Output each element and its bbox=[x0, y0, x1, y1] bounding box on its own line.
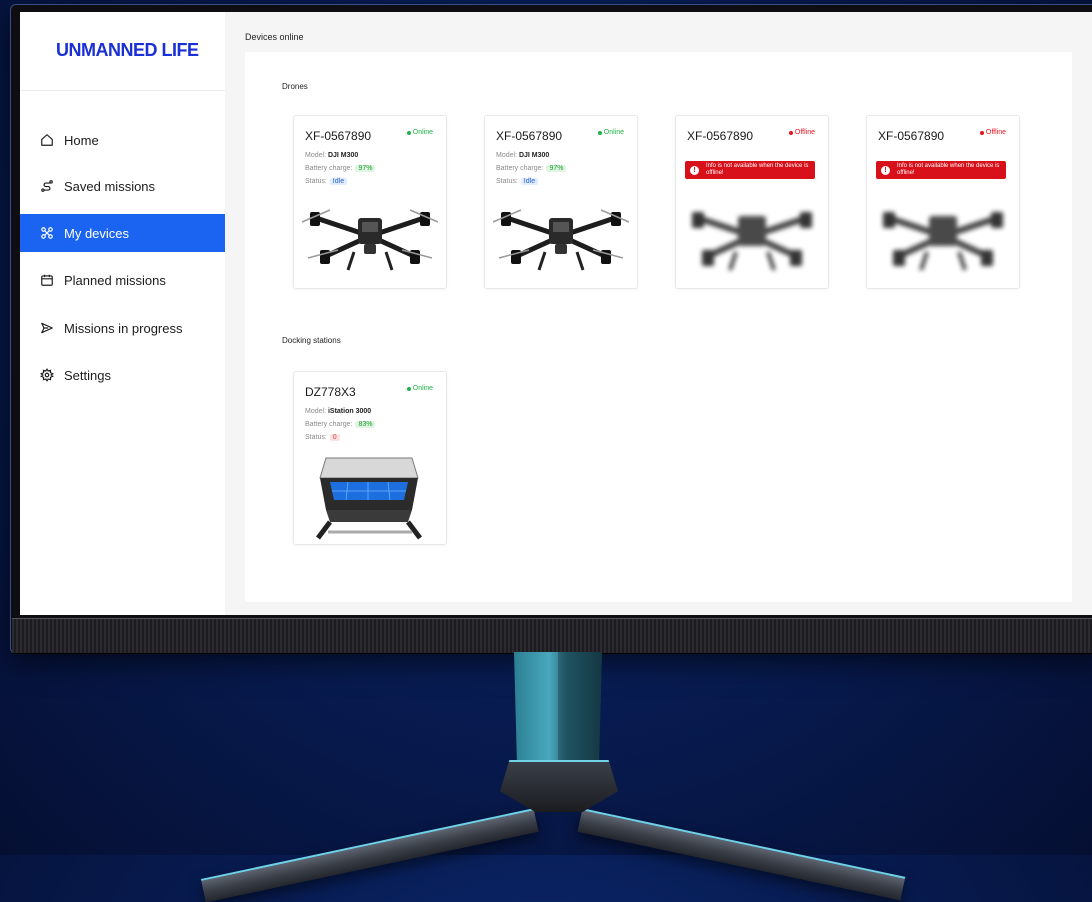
sidebar-item-label: Planned missions bbox=[64, 272, 166, 288]
sidebar-item-label: My devices bbox=[64, 225, 130, 241]
drone-image bbox=[692, 212, 812, 271]
device-id: XF-0567890 bbox=[687, 129, 754, 143]
drone-icon bbox=[38, 224, 56, 242]
docking-station-card[interactable]: DZ778X3 Online Model: iStation 3000 Batt… bbox=[293, 371, 447, 545]
status-text: Online bbox=[412, 385, 433, 392]
battery-label: Battery charge: bbox=[305, 165, 353, 172]
offline-alert: ! Info is not available when the device i… bbox=[685, 161, 815, 179]
status-dot-icon bbox=[406, 386, 411, 391]
status-text: Online bbox=[412, 129, 433, 136]
status-badge: Online bbox=[597, 129, 624, 136]
main-content: Devices online Drones XF-0567890 Online … bbox=[225, 12, 1092, 615]
monitor-screen: UNMANNED LIFE Home Saved missions My dev… bbox=[20, 12, 1092, 615]
status-text: Online bbox=[603, 129, 624, 136]
sidebar-item-saved-missions[interactable]: Saved missions bbox=[20, 167, 225, 205]
sidebar-item-home[interactable]: Home bbox=[20, 121, 225, 159]
battery-badge: 83% bbox=[355, 421, 376, 428]
calendar-icon bbox=[38, 271, 56, 289]
alert-icon: ! bbox=[690, 165, 699, 175]
model-value: DJI M300 bbox=[327, 152, 359, 159]
sidebar-item-settings[interactable]: Settings bbox=[20, 356, 225, 394]
sidebar-item-my-devices[interactable]: My devices bbox=[20, 214, 225, 252]
device-id: XF-0567890 bbox=[496, 129, 563, 143]
offline-alert: ! Info is not available when the device i… bbox=[876, 161, 1006, 179]
devices-panel: Drones XF-0567890 Online Model: DJI M300… bbox=[245, 52, 1072, 602]
battery-row: Battery charge: 97% bbox=[305, 165, 376, 172]
docking-station-image bbox=[316, 457, 422, 540]
battery-label: Battery charge: bbox=[305, 421, 353, 428]
sidebar-item-label: Settings bbox=[64, 367, 111, 383]
route-icon bbox=[38, 177, 56, 195]
section-title-drones: Drones bbox=[282, 82, 308, 91]
status-label: Status: bbox=[305, 434, 327, 441]
status-dot-icon bbox=[979, 130, 984, 135]
page-title: Devices online bbox=[245, 32, 304, 42]
monitor-stand-leg-right bbox=[577, 808, 906, 901]
status-row: Status: Idle bbox=[496, 178, 539, 185]
battery-label: Battery charge: bbox=[496, 165, 544, 172]
model-label: Model: bbox=[305, 152, 327, 159]
sidebar-item-label: Missions in progress bbox=[64, 320, 183, 336]
device-id: XF-0567890 bbox=[878, 129, 945, 143]
model-row: Model: iStation 3000 bbox=[305, 408, 371, 415]
status-badge: Offline bbox=[979, 129, 1006, 136]
monitor-stand-hub bbox=[500, 760, 618, 812]
status-label: Status: bbox=[496, 178, 518, 185]
send-icon bbox=[38, 319, 56, 337]
drone-card[interactable]: XF-0567890 Offline ! Info is not availabl… bbox=[675, 115, 829, 289]
sidebar: UNMANNED LIFE Home Saved missions My dev… bbox=[20, 12, 226, 615]
status-text: Offline bbox=[794, 129, 815, 136]
model-value: DJI M300 bbox=[518, 152, 550, 159]
model-label: Model: bbox=[305, 408, 327, 415]
alert-text: Info is not available when the device is… bbox=[897, 163, 1000, 176]
monitor-stand-leg-left bbox=[200, 808, 539, 902]
status-value-badge: Idle bbox=[329, 178, 348, 185]
battery-row: Battery charge: 83% bbox=[305, 421, 376, 428]
battery-row: Battery charge: 97% bbox=[496, 165, 567, 172]
section-title-docking-stations: Docking stations bbox=[282, 336, 341, 345]
status-text: Offline bbox=[985, 129, 1006, 136]
drone-card[interactable]: XF-0567890 Online Model: DJI M300 Batter… bbox=[484, 115, 638, 289]
model-value: iStation 3000 bbox=[327, 408, 372, 415]
alert-text: Info is not available when the device is… bbox=[706, 163, 809, 176]
gear-icon bbox=[38, 366, 56, 384]
battery-badge: 97% bbox=[546, 165, 567, 172]
status-label: Status: bbox=[305, 178, 327, 185]
device-id: XF-0567890 bbox=[305, 129, 372, 143]
sidebar-item-label: Home bbox=[64, 132, 99, 148]
home-icon bbox=[38, 131, 56, 149]
sidebar-item-label: Saved missions bbox=[64, 178, 156, 194]
app-logo[interactable]: UNMANNED LIFE bbox=[56, 40, 199, 61]
status-value-badge: Idle bbox=[520, 178, 539, 185]
model-label: Model: bbox=[496, 152, 518, 159]
status-row: Status: Idle bbox=[305, 178, 348, 185]
status-dot-icon bbox=[788, 130, 793, 135]
model-row: Model: DJI M300 bbox=[305, 152, 358, 159]
drone-card[interactable]: XF-0567890 Offline ! Info is not availabl… bbox=[866, 115, 1020, 289]
status-dot-icon bbox=[597, 130, 602, 135]
status-badge: Offline bbox=[788, 129, 815, 136]
drone-image bbox=[493, 209, 629, 271]
status-value-badge: 0 bbox=[329, 434, 340, 441]
device-id: DZ778X3 bbox=[305, 385, 356, 399]
sidebar-item-missions-in-progress[interactable]: Missions in progress bbox=[20, 309, 225, 347]
status-badge: Online bbox=[406, 129, 433, 136]
drone-image bbox=[302, 209, 438, 271]
monitor-bezel-bottom bbox=[12, 618, 1092, 654]
drone-card[interactable]: XF-0567890 Online Model: DJI M300 Batter… bbox=[293, 115, 447, 289]
model-row: Model: DJI M300 bbox=[496, 152, 549, 159]
drone-image bbox=[883, 212, 1003, 271]
sidebar-divider bbox=[20, 90, 225, 91]
status-dot-icon bbox=[406, 130, 411, 135]
battery-badge: 97% bbox=[355, 165, 376, 172]
status-row: Status: 0 bbox=[305, 434, 340, 441]
alert-icon: ! bbox=[881, 165, 890, 175]
status-badge: Online bbox=[406, 385, 433, 392]
sidebar-item-planned-missions[interactable]: Planned missions bbox=[20, 261, 225, 299]
